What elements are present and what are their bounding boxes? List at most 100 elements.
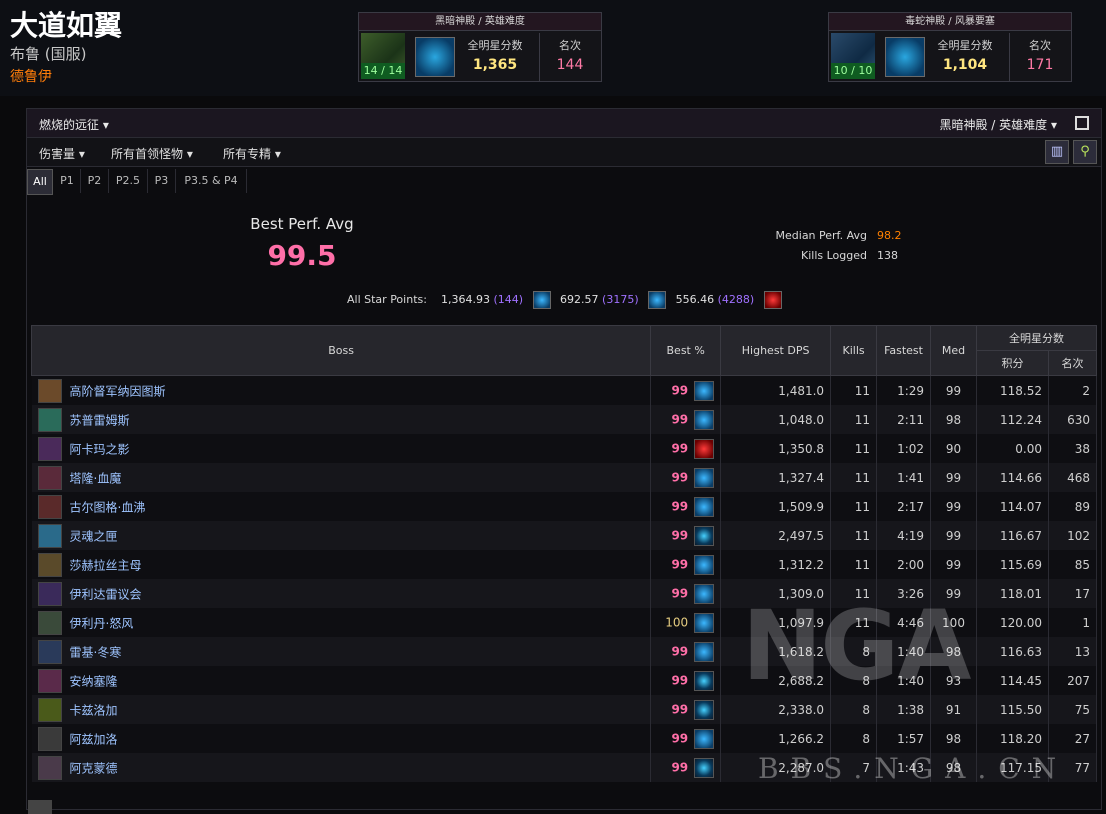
best-percent: 99 <box>671 557 689 571</box>
highest-dps: 1,312.2 <box>720 550 832 579</box>
table-row[interactable]: 高阶督军纳因图斯 99 1,481.0 11 1:29 99 118.52 2 <box>31 375 1098 405</box>
table-row[interactable]: 灵魂之匣 99 2,497.5 11 4:19 99 116.67 102 <box>31 521 1098 550</box>
col-points[interactable]: 积分 <box>976 350 1049 376</box>
best-percent: 99 <box>671 412 689 426</box>
allstar-score-label: 全明星分数 <box>937 39 993 52</box>
boss-portrait-icon <box>37 610 62 635</box>
raid-thumbnail: 14 / 14 <box>361 33 405 79</box>
tab-p3[interactable]: P3 <box>148 169 176 193</box>
boss-name-link[interactable]: 灵魂之匣 <box>70 529 118 543</box>
frost-spec-icon <box>694 612 715 633</box>
kills: 11 <box>830 375 878 405</box>
allstar-points: 1,364.93 <box>440 293 490 306</box>
kills: 11 <box>830 463 878 492</box>
allstar-points: 692.57 <box>560 293 599 306</box>
highest-dps: 1,509.9 <box>720 492 832 521</box>
tab-p2-5[interactable]: P2.5 <box>109 169 148 193</box>
chart-icon[interactable]: ▥ <box>1045 140 1069 164</box>
expand-icon[interactable] <box>1075 116 1089 130</box>
boss-portrait-icon <box>37 436 62 461</box>
frost-spec-icon <box>694 583 715 604</box>
boss-cell: 阿克蒙德 <box>31 753 652 782</box>
rank-label: 名次 <box>1029 39 1051 52</box>
median-perf-value: 98.2 <box>877 229 902 242</box>
table-row[interactable]: 莎赫拉丝主母 99 1,312.2 11 2:00 99 115.69 85 <box>31 550 1098 579</box>
spec-filter-dropdown[interactable]: 所有专精 ▾ <box>223 145 281 162</box>
boss-name-link[interactable]: 苏普雷姆斯 <box>70 413 130 427</box>
boss-filter-dropdown[interactable]: 所有首领怪物 ▾ <box>111 145 193 162</box>
rank-card-1[interactable]: 黑暗神殿 / 英雄难度 14 / 14 全明星分数 1,365 名次 144 <box>358 12 602 82</box>
boss-name-link[interactable]: 卡兹洛加 <box>70 703 118 717</box>
boss-name-link[interactable]: 安纳塞隆 <box>70 674 118 688</box>
best-percent: 99 <box>671 441 689 455</box>
boss-name-link[interactable]: 塔隆·血魔 <box>70 471 122 485</box>
frost-spec-icon <box>694 641 715 662</box>
raid-progress: 10 / 10 <box>831 63 875 79</box>
frost-spec-icon <box>694 467 715 488</box>
allstar-rank: (3175) <box>602 293 639 306</box>
kills-logged-value: 138 <box>877 249 898 262</box>
tab-p1[interactable]: P1 <box>54 169 81 193</box>
character-header: 大道如翼 布鲁 (国服) 德鲁伊 黑暗神殿 / 英雄难度 14 / 14 全明星… <box>0 0 1106 96</box>
boss-name-link[interactable]: 阿兹加洛 <box>70 732 118 746</box>
metric-dropdown[interactable]: 伤害量 ▾ <box>39 145 85 162</box>
allstar-points: 0.00 <box>976 434 1049 463</box>
allstar-rank: 468 <box>1048 463 1098 492</box>
boss-name-link[interactable]: 莎赫拉丝主母 <box>70 558 142 572</box>
table-row[interactable]: 古尔图格·血沸 99 1,509.9 11 2:17 99 114.07 89 <box>31 492 1098 521</box>
unholy-spec-icon <box>694 699 715 720</box>
boss-cell: 灵魂之匣 <box>31 521 652 550</box>
col-best[interactable]: Best % <box>650 325 722 376</box>
kills: 11 <box>830 550 878 579</box>
col-boss[interactable]: Boss <box>30 325 652 376</box>
allstar-rank: 630 <box>1048 405 1098 434</box>
tab-p3-5-p4[interactable]: P3.5 & P4 <box>176 169 247 193</box>
table-row[interactable]: 阿卡玛之影 99 1,350.8 11 1:02 90 0.00 38 <box>31 434 1098 463</box>
col-med[interactable]: Med <box>930 325 977 376</box>
boss-name-link[interactable]: 伊利达雷议会 <box>70 587 142 601</box>
allstar-label: All Star Points: <box>347 293 427 306</box>
col-rank[interactable]: 名次 <box>1047 350 1098 376</box>
corner-icon <box>28 800 52 814</box>
boss-name-link[interactable]: 高阶督军纳因图斯 <box>70 384 166 398</box>
character-name: 大道如翼 <box>10 9 123 42</box>
table-row[interactable]: 塔隆·血魔 99 1,327.4 11 1:41 99 114.66 468 <box>31 463 1098 492</box>
highest-dps: 1,048.0 <box>720 405 832 434</box>
blood-spec-icon <box>694 438 715 459</box>
allstar-points: 114.07 <box>976 492 1049 521</box>
table-row[interactable]: 苏普雷姆斯 99 1,048.0 11 2:11 98 112.24 630 <box>31 405 1098 434</box>
boss-portrait-icon <box>37 465 62 490</box>
allstar-score-value: 1,365 <box>472 57 518 73</box>
median: 99 <box>930 521 977 550</box>
spec-filter-label: 所有专精 <box>223 147 272 161</box>
divider <box>539 33 540 81</box>
link-icon[interactable]: ⚲ <box>1073 140 1097 164</box>
col-allstar: 全明星分数 <box>976 325 1097 351</box>
highest-dps: 1,481.0 <box>720 375 832 405</box>
col-fastest[interactable]: Fastest <box>876 325 932 376</box>
col-kills[interactable]: Kills <box>830 325 878 376</box>
boss-name-link[interactable]: 雷基·冬寒 <box>70 645 122 659</box>
boss-name-link[interactable]: 古尔图格·血沸 <box>70 500 146 514</box>
boss-name-link[interactable]: 阿克蒙德 <box>70 761 118 775</box>
zone-dropdown[interactable]: 燃烧的远征 ▾ <box>39 116 109 133</box>
tab-p2[interactable]: P2 <box>81 169 109 193</box>
frost-spec-icon <box>694 554 715 575</box>
character-realm: 布鲁 (国服) <box>10 45 87 63</box>
boss-cell: 古尔图格·血沸 <box>31 492 652 521</box>
allstar-points: 112.24 <box>976 405 1049 434</box>
fastest: 1:29 <box>876 375 932 405</box>
unholy-spec-icon <box>694 670 715 691</box>
best-cell: 99 <box>650 753 722 782</box>
fastest: 1:41 <box>876 463 932 492</box>
tab-all[interactable]: All <box>27 169 53 195</box>
best-cell: 99 <box>650 463 722 492</box>
frost-spec-icon <box>694 380 715 401</box>
rank-card-2[interactable]: 毒蛇神殿 / 风暴要塞 10 / 10 全明星分数 1,104 名次 171 <box>828 12 1072 82</box>
boss-name-link[interactable]: 阿卡玛之影 <box>70 442 130 456</box>
difficulty-dropdown[interactable]: 黑暗神殿 / 英雄难度 ▾ <box>939 116 1057 133</box>
allstar-score-value: 1,104 <box>942 57 988 73</box>
boss-cell: 阿兹加洛 <box>31 724 652 753</box>
boss-name-link[interactable]: 伊利丹·怒风 <box>70 616 134 630</box>
col-dps[interactable]: Highest DPS <box>720 325 832 376</box>
